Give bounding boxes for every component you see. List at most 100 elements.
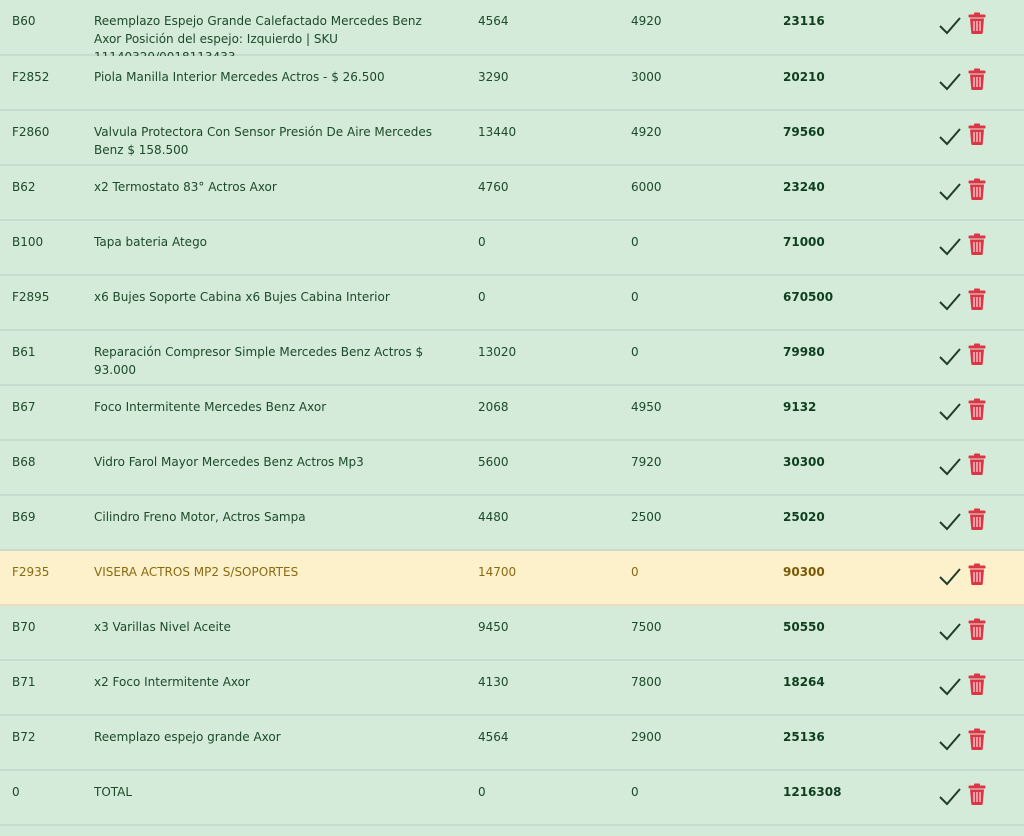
check-icon[interactable] [938,730,962,752]
item-total: 50550 [783,620,825,634]
item-description: VISERA ACTROS MP2 S/SOPORTES [94,565,299,579]
item-total: 25020 [783,510,825,524]
item-value-a: 0 [478,290,486,304]
table-row: B68 Vidro Farol Mayor Mercedes Benz Actr… [0,441,1024,496]
trash-icon[interactable] [968,783,986,805]
item-value-b: 7500 [631,620,662,634]
check-icon[interactable] [938,400,962,422]
item-total: 1216308 [783,785,842,799]
item-value-b: 0 [631,785,639,799]
check-icon[interactable] [938,125,962,147]
item-value-b: 7800 [631,675,662,689]
item-total: 18264 [783,675,825,689]
trash-icon[interactable] [968,398,986,420]
item-code: B61 [12,345,36,359]
table-row: B61 Reparación Compresor Simple Mercedes… [0,331,1024,386]
item-value-a: 4130 [478,675,509,689]
table-row: F2935 VISERA ACTROS MP2 S/SOPORTES 14700… [0,551,1024,606]
item-value-b: 4920 [631,14,662,28]
item-value-b: 4920 [631,125,662,139]
item-value-a: 14700 [478,565,517,579]
item-description: Foco Intermitente Mercedes Benz Axor [94,400,327,414]
check-icon[interactable] [938,455,962,477]
trash-icon[interactable] [968,123,986,145]
row-actions [938,618,998,642]
row-actions [938,178,998,202]
item-total: 30300 [783,455,825,469]
item-value-b: 2900 [631,730,662,744]
check-icon[interactable] [938,620,962,642]
item-description: Valvula Protectora Con Sensor Presión De… [94,125,433,157]
item-value-b: 3000 [631,70,662,84]
row-actions [938,508,998,532]
table-row: B60 Reemplazo Espejo Grande Calefactado … [0,0,1024,64]
item-description: Reparación Compresor Simple Mercedes Ben… [94,345,424,377]
item-value-a: 4564 [478,14,509,28]
trash-icon[interactable] [968,453,986,475]
check-icon[interactable] [938,14,962,36]
item-value-b: 7920 [631,455,662,469]
trash-icon[interactable] [968,673,986,695]
row-actions [938,673,998,697]
trash-icon[interactable] [968,12,986,34]
item-total: 79560 [783,125,825,139]
item-description: x6 Bujes Soporte Cabina x6 Bujes Cabina … [94,290,390,304]
item-description: Reemplazo espejo grande Axor [94,730,281,744]
item-total: 670500 [783,290,834,304]
table-row: B100 Tapa bateria Atego 0 0 71000 [0,221,1024,276]
check-icon[interactable] [938,785,962,807]
item-value-b: 6000 [631,180,662,194]
item-value-a: 13440 [478,125,517,139]
item-code: B62 [12,180,36,194]
table-row: F2852 Piola Manilla Interior Mercedes Ac… [0,56,1024,111]
check-icon[interactable] [938,675,962,697]
trash-icon[interactable] [968,728,986,750]
check-icon[interactable] [938,565,962,587]
item-total: 90300 [783,565,825,579]
item-description: Tapa bateria Atego [94,235,208,249]
item-total: 71000 [783,235,825,249]
trash-icon[interactable] [968,343,986,365]
trash-icon[interactable] [968,288,986,310]
item-value-b: 0 [631,565,639,579]
check-icon[interactable] [938,70,962,92]
table-row: B71 x2 Foco Intermitente Axor 4130 7800 … [0,661,1024,716]
check-icon[interactable] [938,235,962,257]
item-code: B71 [12,675,36,689]
item-value-a: 0 [478,235,486,249]
table-row: B72 Reemplazo espejo grande Axor 4564 29… [0,716,1024,771]
row-actions [938,288,998,312]
item-value-b: 0 [631,345,639,359]
trash-icon[interactable] [968,178,986,200]
item-code: B60 [12,14,36,28]
check-icon[interactable] [938,345,962,367]
item-description: Cilindro Freno Motor, Actros Sampa [94,510,306,524]
item-code: F2935 [12,565,50,579]
row-actions [938,343,998,367]
item-description: x2 Termostato 83° Actros Axor [94,180,277,194]
item-code: F2852 [12,70,50,84]
item-value-a: 4480 [478,510,509,524]
check-icon[interactable] [938,180,962,202]
item-value-a: 5600 [478,455,509,469]
table-row: F2895 x6 Bujes Soporte Cabina x6 Bujes C… [0,276,1024,331]
trash-icon[interactable] [968,508,986,530]
item-code: B70 [12,620,36,634]
item-value-a: 4760 [478,180,509,194]
trash-icon[interactable] [968,68,986,90]
item-description: x3 Varillas Nivel Aceite [94,620,231,634]
trash-icon[interactable] [968,233,986,255]
check-icon[interactable] [938,290,962,312]
table-row: 0 TOTAL 0 0 1216308 [0,771,1024,826]
trash-icon[interactable] [968,563,986,585]
row-actions [938,728,998,752]
check-icon[interactable] [938,510,962,532]
trash-icon[interactable] [968,618,986,640]
item-code: 0 [12,785,20,799]
item-value-b: 4950 [631,400,662,414]
item-code: F2895 [12,290,50,304]
item-description: x2 Foco Intermitente Axor [94,675,250,689]
item-value-a: 9450 [478,620,509,634]
item-total: 20210 [783,70,825,84]
item-description: Vidro Farol Mayor Mercedes Benz Actros M… [94,455,364,469]
